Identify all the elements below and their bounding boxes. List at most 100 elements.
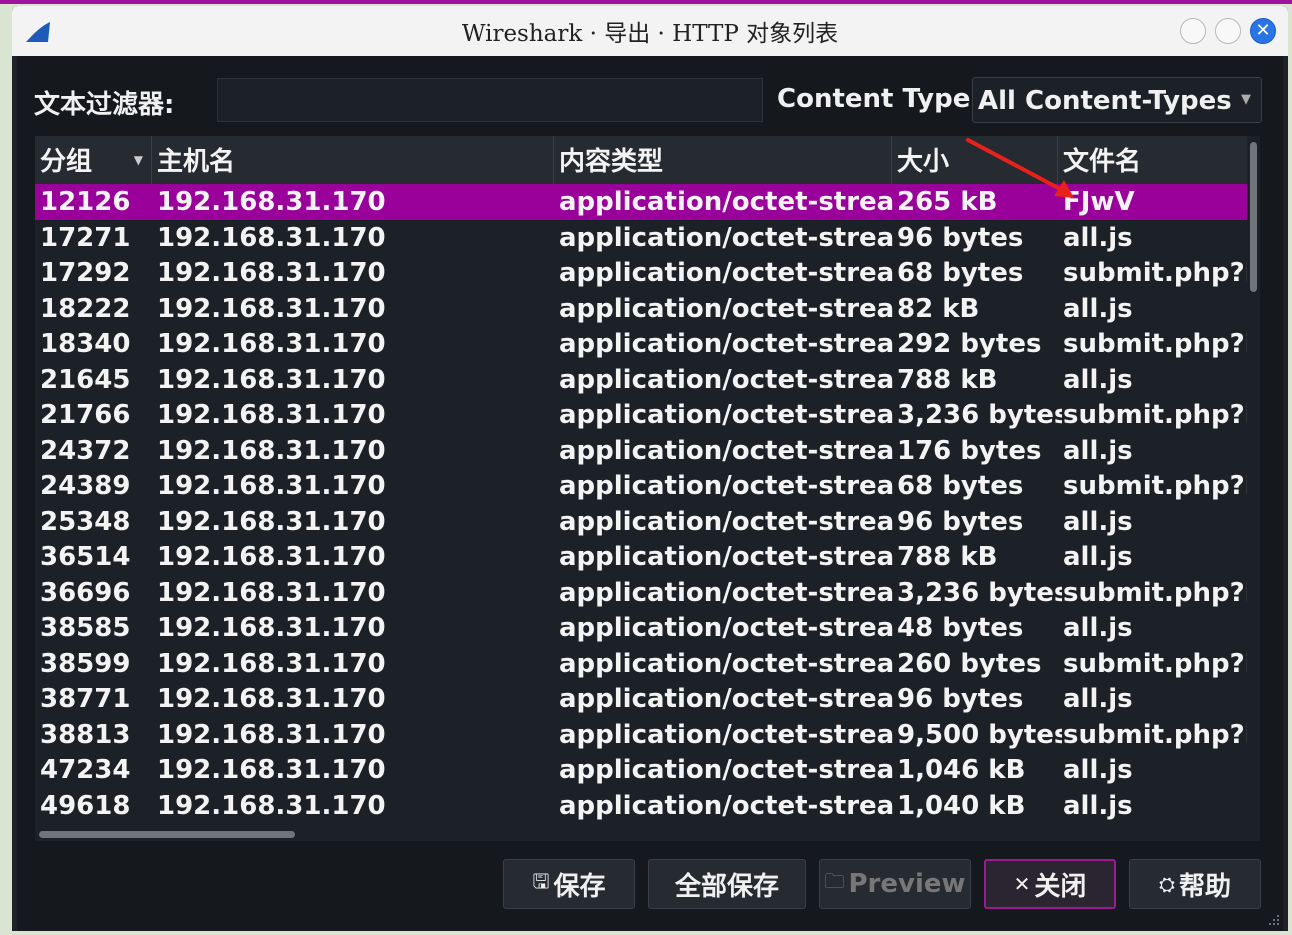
cell-size: 68 bytes xyxy=(897,471,1024,501)
cell-size: 1,046 kB xyxy=(897,755,1026,785)
column-header-filename[interactable]: 文件名 xyxy=(1058,136,1247,184)
table-row[interactable]: 36514 192.168.31.170 application/octet-str… xyxy=(35,539,1247,575)
title-bar[interactable]: Wireshark · 导出 · HTTP 对象列表 ✕ xyxy=(12,6,1288,56)
cell-file: all.js xyxy=(1063,755,1133,785)
cell-file: all.js xyxy=(1063,293,1133,324)
table-row[interactable]: 18222 192.168.31.170 application/octet-str… xyxy=(35,291,1247,327)
cell-packet: 49618 xyxy=(40,790,131,821)
table-row[interactable]: 38813 192.168.31.170 application/octet-str… xyxy=(35,717,1248,753)
table-row[interactable]: 18340 192.168.31.170 application/octet-str… xyxy=(35,326,1248,362)
cell-host: 192.168.31.170 xyxy=(157,471,386,501)
cell-size: 68 bytes xyxy=(897,258,1024,288)
content-type-selected: All Content-Types xyxy=(978,86,1232,116)
table-row[interactable]: 17271 192.168.31.170 application/octet-str… xyxy=(35,220,1247,256)
table-row[interactable]: 49618 192.168.31.170 application/octet-str… xyxy=(35,788,1247,824)
horizontal-scrollbar[interactable] xyxy=(35,828,1247,841)
cell-packet: 24389 xyxy=(40,471,131,501)
vertical-scroll-thumb[interactable] xyxy=(1250,142,1257,292)
table-row[interactable]: 25348 192.168.31.170 application/octet-str… xyxy=(35,504,1247,540)
text-filter-input[interactable] xyxy=(217,78,763,122)
table-body: 12126 192.168.31.170 application/octet-str… xyxy=(35,184,1248,841)
cell-file: submit.php?id xyxy=(1063,471,1248,501)
cell-type: application/octet-stream xyxy=(559,187,896,217)
cell-type: application/octet-stream xyxy=(559,364,896,395)
cell-file: submit.php?id xyxy=(1063,577,1248,608)
sort-arrow-icon: ▼ xyxy=(133,153,143,167)
save-all-button[interactable]: 全部保存 xyxy=(648,859,806,909)
desktop-accent-bar xyxy=(0,0,1292,4)
cell-host: 192.168.31.170 xyxy=(157,187,386,217)
cell-size: 176 bytes xyxy=(897,435,1042,466)
cell-file: submit.php?id xyxy=(1063,400,1248,430)
vertical-scrollbar[interactable] xyxy=(1247,136,1260,841)
cell-type: application/octet-stream xyxy=(559,719,896,750)
table-row[interactable]: 38771 192.168.31.170 application/octet-str… xyxy=(35,681,1247,717)
cell-type: application/octet-stream xyxy=(559,293,896,324)
table-row[interactable]: 21645 192.168.31.170 application/octet-str… xyxy=(35,362,1247,398)
cell-size: 96 bytes xyxy=(897,684,1024,714)
cell-type: application/octet-stream xyxy=(559,755,896,785)
cell-packet: 12126 xyxy=(40,187,131,217)
table-row[interactable]: 21766 192.168.31.170 application/octet-str… xyxy=(35,397,1248,433)
cell-size: 82 kB xyxy=(897,293,980,324)
horizontal-scroll-thumb[interactable] xyxy=(39,831,295,838)
table-row[interactable]: 38599 192.168.31.170 application/octet-str… xyxy=(35,646,1248,682)
cell-host: 192.168.31.170 xyxy=(157,613,386,643)
cell-host: 192.168.31.170 xyxy=(157,542,386,572)
cell-packet: 17292 xyxy=(40,258,131,288)
cell-type: application/octet-stream xyxy=(559,542,896,572)
table-row[interactable]: 24389 192.168.31.170 application/octet-str… xyxy=(35,468,1248,504)
preview-button[interactable]: 🗀 Preview xyxy=(819,859,971,909)
cell-host: 192.168.31.170 xyxy=(157,400,386,430)
window-close-button[interactable]: ✕ xyxy=(1250,18,1276,44)
maximize-button[interactable] xyxy=(1215,18,1241,44)
content-type-select[interactable]: All Content-Types ▼ xyxy=(972,77,1262,123)
table-row[interactable]: 36696 192.168.31.170 application/octet-str… xyxy=(35,575,1248,611)
cell-type: application/octet-stream xyxy=(559,790,896,821)
cell-type: application/octet-stream xyxy=(559,506,896,537)
dialog-content: 文本过滤器: Content Type: All Content-Types ▼… xyxy=(17,56,1283,931)
text-filter-label: 文本过滤器: xyxy=(34,90,175,120)
cell-file: all.js xyxy=(1063,364,1133,395)
cell-packet: 38599 xyxy=(40,648,131,679)
table-row[interactable]: 17292 192.168.31.170 application/octet-str… xyxy=(35,255,1248,291)
column-header-packet[interactable]: 分组 ▼ xyxy=(35,136,152,184)
cell-packet: 17271 xyxy=(40,222,131,253)
chevron-down-icon: ▼ xyxy=(1241,92,1251,107)
column-header-hostname[interactable]: 主机名 xyxy=(152,136,554,184)
cell-packet: 18222 xyxy=(40,293,131,324)
cell-file: submit.php?id xyxy=(1063,258,1248,288)
cell-size: 3,236 bytes xyxy=(897,400,1062,430)
close-button[interactable]: ✕ 关闭 xyxy=(984,859,1116,909)
cell-type: application/octet-stream xyxy=(559,400,896,430)
minimize-button[interactable] xyxy=(1180,18,1206,44)
objects-table: 分组 ▼ 主机名 内容类型 大小 文件名 12126 192.168.31.170… xyxy=(35,136,1260,841)
cell-packet: 47234 xyxy=(40,755,131,785)
export-http-objects-window: Wireshark · 导出 · HTTP 对象列表 ✕ 文本过滤器: Cont… xyxy=(12,6,1288,931)
resize-grip-icon[interactable] xyxy=(1265,911,1281,927)
cell-size: 3,236 bytes xyxy=(897,577,1062,608)
cell-size: 48 bytes xyxy=(897,613,1024,643)
cell-size: 788 kB xyxy=(897,542,998,572)
cell-type: application/octet-stream xyxy=(559,435,896,466)
cell-type: application/octet-stream xyxy=(559,258,896,288)
cell-file: FJwV xyxy=(1063,187,1135,217)
cell-host: 192.168.31.170 xyxy=(157,790,386,821)
table-row[interactable]: 47234 192.168.31.170 application/octet-str… xyxy=(35,752,1247,788)
table-row[interactable]: 24372 192.168.31.170 application/octet-str… xyxy=(35,433,1247,469)
cell-host: 192.168.31.170 xyxy=(157,755,386,785)
cell-packet: 21766 xyxy=(40,400,131,430)
cell-type: application/octet-stream xyxy=(559,577,896,608)
column-header-content-type[interactable]: 内容类型 xyxy=(554,136,892,184)
cell-file: all.js xyxy=(1063,790,1133,821)
cell-packet: 25348 xyxy=(40,506,131,537)
cell-size: 1,040 kB xyxy=(897,790,1026,821)
cell-size: 96 bytes xyxy=(897,506,1024,537)
cell-packet: 36514 xyxy=(40,542,131,572)
save-button[interactable]: 🖫 保存 xyxy=(503,859,635,909)
table-row[interactable]: 38585 192.168.31.170 application/octet-str… xyxy=(35,610,1247,646)
help-button[interactable]: ⛭ 帮助 xyxy=(1129,859,1261,909)
cell-host: 192.168.31.170 xyxy=(157,719,386,750)
cell-file: all.js xyxy=(1063,222,1133,253)
cell-file: all.js xyxy=(1063,435,1133,466)
